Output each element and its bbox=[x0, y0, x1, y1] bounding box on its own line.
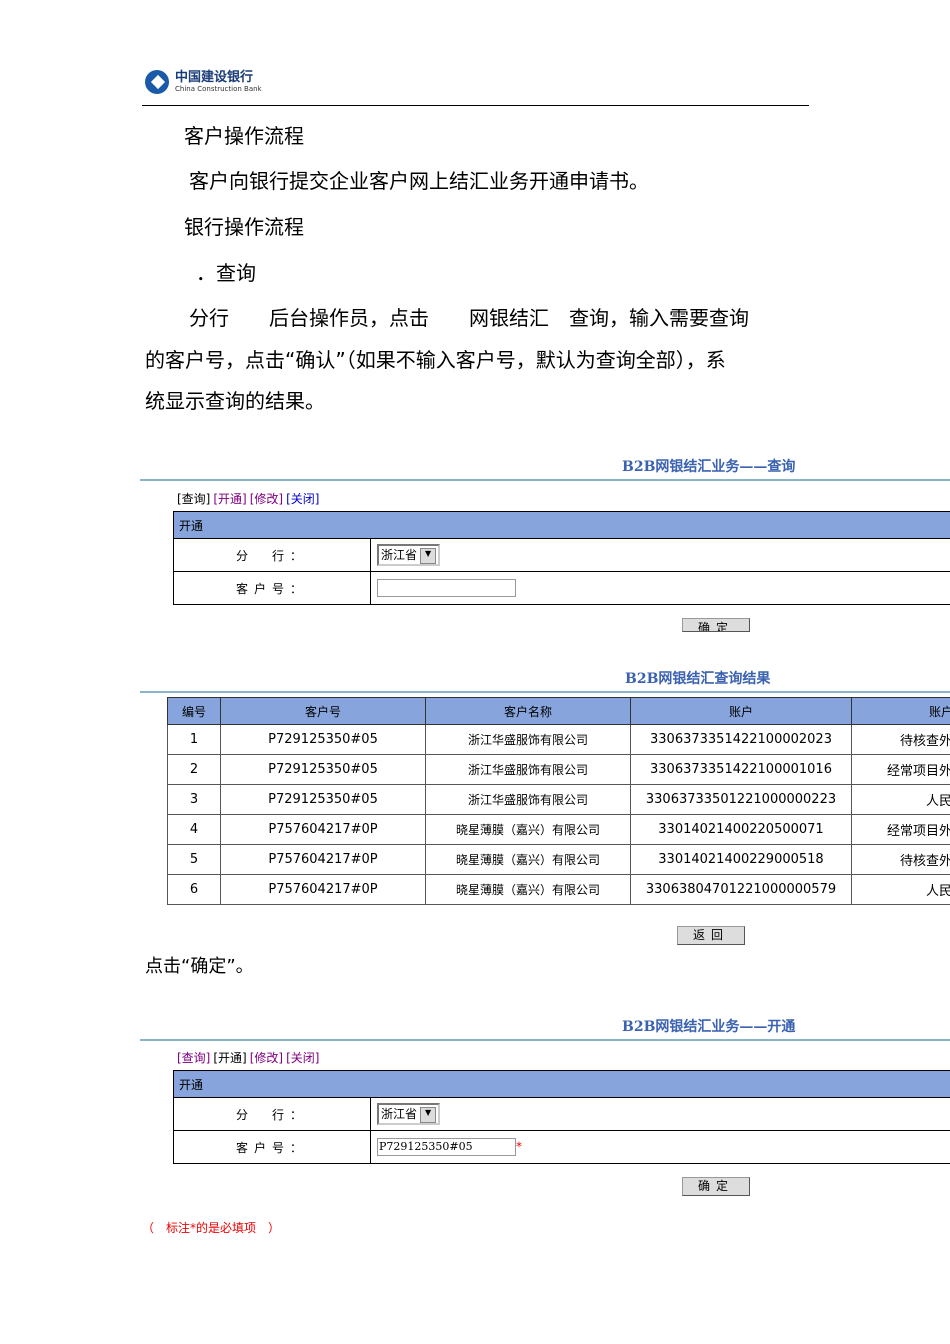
table-row: 1 P729125350#05 浙江华盛服饰有限公司 3306373351422100… bbox=[167, 724, 950, 755]
table-cell: 人民币 bbox=[851, 784, 950, 815]
col-header: 账户 bbox=[630, 697, 852, 725]
branch-select[interactable]: 浙江省 ▼ bbox=[377, 1103, 441, 1125]
toolbar-open[interactable]: [开通] bbox=[213, 492, 246, 506]
toolbar-open[interactable]: [开通] bbox=[213, 1051, 246, 1065]
screen1-title: B2B网银结汇业务——查询 bbox=[622, 459, 796, 475]
table-row: 3 P729125350#05 浙江华盛服饰有限公司 3306373350122100… bbox=[167, 784, 950, 815]
table-cell: P757604217#0P bbox=[220, 844, 426, 875]
table-cell: 经常项目外汇 bbox=[851, 814, 950, 845]
toolbar-close[interactable]: [关闭] bbox=[286, 492, 319, 506]
table-cell: P757604217#0P bbox=[220, 814, 426, 845]
paragraph: 客户向银行提交企业客户网上结汇业务开通申请书。 bbox=[189, 169, 649, 193]
toolbar-query[interactable]: [查询] bbox=[177, 492, 210, 506]
table-cell: 33014021400229000518 bbox=[630, 844, 852, 875]
table-cell: P729125350#05 bbox=[220, 754, 426, 785]
paragraph: 统显示查询的结果。 bbox=[145, 389, 325, 413]
col-header: 客户号 bbox=[220, 697, 426, 725]
heading-query: ．查询 bbox=[196, 261, 256, 285]
divider bbox=[140, 1039, 950, 1041]
required-note: （ 标注*的是必填项 ） bbox=[142, 1221, 281, 1235]
table-cell: 3306373351422100001016 bbox=[630, 754, 852, 785]
back-button[interactable]: 返回 bbox=[677, 926, 745, 945]
table-cell: P729125350#05 bbox=[220, 784, 426, 815]
col-header: 账户类 bbox=[851, 697, 950, 725]
table-cell: 3 bbox=[167, 784, 221, 815]
table-cell: 浙江华盛服饰有限公司 bbox=[425, 724, 631, 755]
col-header: 客户名称 bbox=[425, 697, 631, 725]
table-cell: 经常项目外汇 bbox=[851, 754, 950, 785]
document-page: { "logo":{"cn":"中国建设银行","en":"China Cons… bbox=[0, 0, 950, 1344]
customer-label: 客户号： bbox=[173, 1130, 371, 1164]
table-row: 5 P757604217#0P 晓星薄膜（嘉兴）有限公司 33014021400229… bbox=[167, 844, 950, 875]
table-cell: 2 bbox=[167, 754, 221, 785]
col-header: 编号 bbox=[167, 697, 221, 725]
table-cell: P729125350#05 bbox=[220, 724, 426, 755]
table-cell: 人民币 bbox=[851, 874, 950, 905]
branch-label: 分 行： bbox=[173, 1097, 371, 1131]
table-cell: 晓星薄膜（嘉兴）有限公司 bbox=[425, 844, 631, 875]
logo-en: China Construction Bank bbox=[175, 85, 262, 93]
results-header-row: 编号 客户号 客户名称 账户 账户类 bbox=[167, 697, 950, 725]
logo-cn: 中国建设银行 bbox=[175, 70, 254, 85]
screen2-toolbar: [查询] [开通] [修改] [关闭] bbox=[177, 1049, 323, 1066]
toolbar-modify[interactable]: [修改] bbox=[250, 1051, 283, 1065]
required-mark: * bbox=[516, 1139, 522, 1154]
table-cell: 晓星薄膜（嘉兴）有限公司 bbox=[425, 814, 631, 845]
paragraph: 点击“确定”。 bbox=[145, 956, 254, 977]
results-title: B2B网银结汇查询结果 bbox=[625, 671, 771, 687]
table-cell: 6 bbox=[167, 874, 221, 905]
form-header: 开通 bbox=[173, 1070, 950, 1098]
table-row: 4 P757604217#0P 晓星薄膜（嘉兴）有限公司 33014021400220… bbox=[167, 814, 950, 845]
customer-label: 客户号： bbox=[173, 571, 371, 605]
heading-bank-flow: 银行操作流程 bbox=[184, 215, 304, 239]
header-rule bbox=[142, 105, 809, 106]
table-cell: 浙江华盛服饰有限公司 bbox=[425, 784, 631, 815]
confirm-button[interactable]: 确定 bbox=[682, 618, 750, 632]
dropdown-arrow-icon: ▼ bbox=[420, 547, 437, 564]
branch-label: 分 行： bbox=[173, 538, 371, 572]
toolbar-close[interactable]: [关闭] bbox=[286, 1051, 319, 1065]
toolbar-query[interactable]: [查询] bbox=[177, 1051, 210, 1065]
customer-input[interactable] bbox=[377, 579, 516, 597]
branch-value: 浙江省 bbox=[381, 1107, 418, 1122]
dropdown-arrow-icon: ▼ bbox=[420, 1106, 437, 1123]
table-cell: 待核查外汇 bbox=[851, 844, 950, 875]
table-cell: 浙江华盛服饰有限公司 bbox=[425, 754, 631, 785]
table-cell: 待核查外汇 bbox=[851, 724, 950, 755]
customer-input[interactable]: P729125350#05 bbox=[377, 1138, 516, 1156]
table-cell: 33014021400220500071 bbox=[630, 814, 852, 845]
table-cell: 1 bbox=[167, 724, 221, 755]
ccb-logo: 中国建设银行 China Construction Bank bbox=[145, 70, 262, 94]
table-cell: P757604217#0P bbox=[220, 874, 426, 905]
branch-value: 浙江省 bbox=[381, 548, 418, 563]
ccb-logo-icon bbox=[145, 70, 169, 94]
screen1-form: 开通 分 行： 浙江省 ▼ 客户号： bbox=[173, 511, 950, 605]
screen2-form: 开通 分 行： 浙江省 ▼ 客户号： P729125350#05 * bbox=[173, 1070, 950, 1164]
results-table: 编号 客户号 客户名称 账户 账户类 1P729125350#05浙江华盛服饰有… bbox=[167, 697, 950, 905]
confirm-button[interactable]: 确定 bbox=[682, 1177, 750, 1196]
table-cell: 33063733501221000000223 bbox=[630, 784, 852, 815]
table-cell: 3306373351422100002023 bbox=[630, 724, 852, 755]
paragraph: 分行 后台操作员，点击 网银结汇 查询，输入需要查询 bbox=[189, 306, 749, 330]
screen1-toolbar: [查询] [开通] [修改] [关闭] bbox=[177, 490, 323, 507]
branch-select[interactable]: 浙江省 ▼ bbox=[377, 544, 441, 566]
heading-customer-flow: 客户操作流程 bbox=[184, 124, 304, 148]
table-cell: 5 bbox=[167, 844, 221, 875]
table-cell: 4 bbox=[167, 814, 221, 845]
table-cell: 晓星薄膜（嘉兴）有限公司 bbox=[425, 874, 631, 905]
table-row: 2 P729125350#05 浙江华盛服饰有限公司 3306373351422100… bbox=[167, 754, 950, 785]
table-row: 6 P757604217#0P 晓星薄膜（嘉兴）有限公司 33063804701221… bbox=[167, 874, 950, 905]
form-header: 开通 bbox=[173, 511, 950, 539]
divider bbox=[140, 691, 950, 693]
table-cell: 33063804701221000000579 bbox=[630, 874, 852, 905]
screen2-title: B2B网银结汇业务——开通 bbox=[622, 1019, 796, 1035]
divider bbox=[140, 479, 950, 481]
paragraph: 的客户号，点击“确认”（如果不输入客户号，默认为查询全部），系 bbox=[145, 348, 726, 372]
toolbar-modify[interactable]: [修改] bbox=[250, 492, 283, 506]
